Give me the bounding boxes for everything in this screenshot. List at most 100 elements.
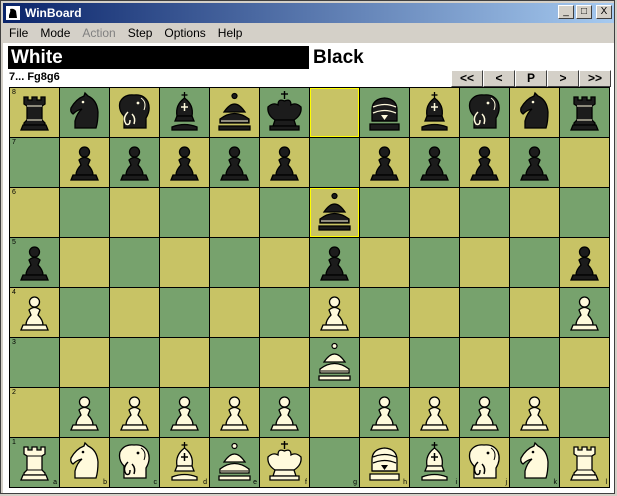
menu-mode[interactable]: Mode <box>34 26 76 40</box>
black-elephant-icon[interactable] <box>460 88 509 137</box>
square-b5[interactable] <box>60 238 109 287</box>
square-j7[interactable] <box>460 138 509 187</box>
last-move-button[interactable]: >> <box>579 70 611 87</box>
black-rook-icon[interactable] <box>10 88 59 137</box>
square-b8[interactable] <box>60 88 109 137</box>
square-d3[interactable] <box>160 338 209 387</box>
white-pawn-icon[interactable] <box>510 388 559 437</box>
white-elephant-icon[interactable] <box>460 438 509 487</box>
white-pawn-icon[interactable] <box>160 388 209 437</box>
square-f8[interactable] <box>260 88 309 137</box>
square-j1[interactable]: j <box>460 438 509 487</box>
square-e4[interactable] <box>210 288 259 337</box>
square-g7[interactable] <box>310 138 359 187</box>
white-pawn-icon[interactable] <box>410 388 459 437</box>
square-a4[interactable]: 4 <box>10 288 59 337</box>
square-g6[interactable] <box>310 188 359 237</box>
square-b2[interactable] <box>60 388 109 437</box>
square-d5[interactable] <box>160 238 209 287</box>
white-knight-icon[interactable] <box>60 438 109 487</box>
square-d2[interactable] <box>160 388 209 437</box>
black-bishop-icon[interactable] <box>410 88 459 137</box>
square-h6[interactable] <box>360 188 409 237</box>
menu-file[interactable]: File <box>3 26 34 40</box>
square-i8[interactable] <box>410 88 459 137</box>
square-l6[interactable] <box>560 188 609 237</box>
square-f2[interactable] <box>260 388 309 437</box>
square-j3[interactable] <box>460 338 509 387</box>
square-d4[interactable] <box>160 288 209 337</box>
white-ferz-icon[interactable] <box>360 438 409 487</box>
square-i5[interactable] <box>410 238 459 287</box>
square-j8[interactable] <box>460 88 509 137</box>
black-queen-icon[interactable] <box>210 88 259 137</box>
square-g1[interactable]: g <box>310 438 359 487</box>
white-bishop-icon[interactable] <box>160 438 209 487</box>
square-h4[interactable] <box>360 288 409 337</box>
square-a2[interactable]: 2 <box>10 388 59 437</box>
square-e3[interactable] <box>210 338 259 387</box>
square-f5[interactable] <box>260 238 309 287</box>
square-l7[interactable] <box>560 138 609 187</box>
square-f1[interactable]: f <box>260 438 309 487</box>
white-elephant-icon[interactable] <box>110 438 159 487</box>
square-l2[interactable] <box>560 388 609 437</box>
square-h2[interactable] <box>360 388 409 437</box>
square-g8[interactable] <box>310 88 359 137</box>
square-g2[interactable] <box>310 388 359 437</box>
menu-options[interactable]: Options <box>158 26 211 40</box>
square-l1[interactable]: l <box>560 438 609 487</box>
square-a5[interactable]: 5 <box>10 238 59 287</box>
square-a6[interactable]: 6 <box>10 188 59 237</box>
maximize-button[interactable]: □ <box>576 5 592 19</box>
black-pawn-icon[interactable] <box>410 138 459 187</box>
square-c3[interactable] <box>110 338 159 387</box>
black-pawn-icon[interactable] <box>510 138 559 187</box>
white-pawn-icon[interactable] <box>460 388 509 437</box>
square-h8[interactable] <box>360 88 409 137</box>
square-h1[interactable]: h <box>360 438 409 487</box>
square-k2[interactable] <box>510 388 559 437</box>
black-pawn-icon[interactable] <box>110 138 159 187</box>
white-rook-icon[interactable] <box>560 438 609 487</box>
white-pawn-icon[interactable] <box>110 388 159 437</box>
square-g5[interactable] <box>310 238 359 287</box>
square-d1[interactable]: d <box>160 438 209 487</box>
square-k4[interactable] <box>510 288 559 337</box>
square-e8[interactable] <box>210 88 259 137</box>
white-pawn-icon[interactable] <box>260 388 309 437</box>
minimize-button[interactable]: _ <box>558 5 574 19</box>
black-pawn-icon[interactable] <box>260 138 309 187</box>
black-pawn-icon[interactable] <box>360 138 409 187</box>
black-pawn-icon[interactable] <box>310 238 359 287</box>
pause-button[interactable]: P <box>515 70 547 87</box>
square-k1[interactable]: k <box>510 438 559 487</box>
white-pawn-icon[interactable] <box>360 388 409 437</box>
title-bar[interactable]: WinBoard _ □ X <box>3 3 614 23</box>
white-pawn-icon[interactable] <box>10 288 59 337</box>
square-j6[interactable] <box>460 188 509 237</box>
square-a7[interactable]: 7 <box>10 138 59 187</box>
white-pawn-icon[interactable] <box>310 288 359 337</box>
square-c1[interactable]: c <box>110 438 159 487</box>
black-elephant-icon[interactable] <box>110 88 159 137</box>
square-d6[interactable] <box>160 188 209 237</box>
square-h5[interactable] <box>360 238 409 287</box>
square-l3[interactable] <box>560 338 609 387</box>
square-a1[interactable]: 1a <box>10 438 59 487</box>
square-h7[interactable] <box>360 138 409 187</box>
white-rook-icon[interactable] <box>10 438 59 487</box>
black-pawn-icon[interactable] <box>460 138 509 187</box>
white-pawn-icon[interactable] <box>60 388 109 437</box>
square-d8[interactable] <box>160 88 209 137</box>
square-i4[interactable] <box>410 288 459 337</box>
square-c4[interactable] <box>110 288 159 337</box>
square-e5[interactable] <box>210 238 259 287</box>
square-j4[interactable] <box>460 288 509 337</box>
square-j5[interactable] <box>460 238 509 287</box>
square-e6[interactable] <box>210 188 259 237</box>
square-l5[interactable] <box>560 238 609 287</box>
white-pawn-icon[interactable] <box>210 388 259 437</box>
square-i3[interactable] <box>410 338 459 387</box>
square-k3[interactable] <box>510 338 559 387</box>
